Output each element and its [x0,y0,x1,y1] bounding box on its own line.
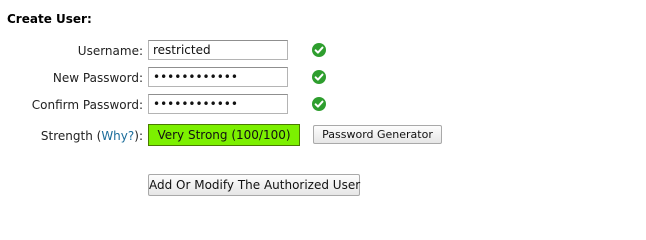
new-password-label: New Password: [52,71,143,85]
strength-label-suffix: ): [134,129,143,143]
password-strength-meter: Very Strong (100/100) [148,124,300,146]
username-input[interactable] [148,40,288,60]
password-generator-button[interactable]: Password Generator [313,125,442,144]
confirm-password-input[interactable] [148,94,288,114]
username-label: Username: [77,44,143,58]
confirm-password-label: Confirm Password: [31,98,143,112]
confirm-password-valid-icon [312,97,326,111]
strength-label: Strength (Why?): [41,129,143,143]
strength-label-prefix: Strength ( [40,129,102,143]
section-title: Create User: [7,12,92,26]
add-modify-user-button[interactable]: Add Or Modify The Authorized User [148,174,360,196]
username-valid-icon [312,43,326,57]
why-link[interactable]: Why? [101,129,134,143]
new-password-valid-icon [312,70,326,84]
new-password-input[interactable] [148,67,288,87]
